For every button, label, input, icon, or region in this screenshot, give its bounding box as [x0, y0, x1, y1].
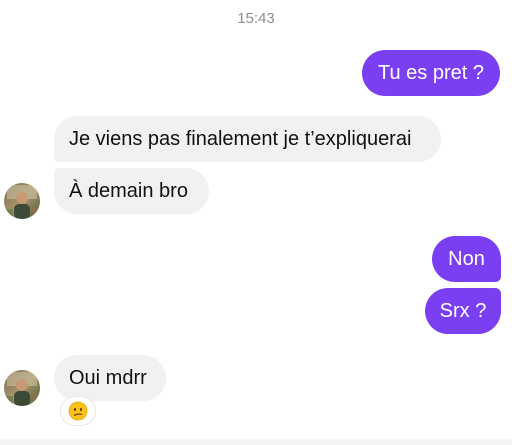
composer-divider	[0, 439, 512, 445]
incoming-message-bubble[interactable]: Oui mdrr	[54, 355, 166, 401]
message-text: Oui mdrr	[69, 366, 147, 389]
message-text: Non	[448, 247, 485, 270]
message-timestamp: 15:43	[237, 10, 275, 27]
outgoing-message-bubble[interactable]: Non	[432, 236, 501, 282]
confused-face-emoji-icon	[68, 401, 88, 421]
chat-thread: 15:43 Tu es pret ? Je viens pas finaleme…	[0, 0, 512, 445]
incoming-message-bubble[interactable]: À demain bro	[54, 168, 209, 214]
contact-avatar[interactable]	[4, 183, 40, 219]
outgoing-message-bubble[interactable]: Srx ?	[425, 288, 501, 334]
outgoing-message-bubble[interactable]: Tu es pret ?	[362, 50, 500, 96]
message-text: À demain bro	[69, 179, 188, 202]
message-text: Srx ?	[439, 299, 487, 322]
contact-avatar[interactable]	[4, 370, 40, 406]
message-reaction[interactable]	[60, 396, 96, 426]
message-text: Je viens pas finalement je t’expliquerai	[69, 127, 412, 150]
message-text: Tu es pret ?	[378, 61, 484, 84]
incoming-message-bubble[interactable]: Je viens pas finalement je t’expliquerai	[54, 116, 441, 162]
